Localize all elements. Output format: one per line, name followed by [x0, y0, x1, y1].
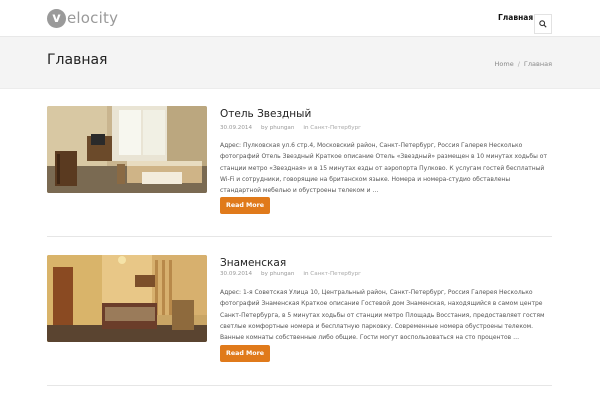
search-button[interactable] [534, 14, 552, 34]
post-author[interactable]: phungan [270, 271, 295, 277]
logo-mark: v [47, 8, 66, 28]
post-author-prefix: by [261, 125, 268, 131]
post-date: 30.09.2014 [220, 125, 253, 131]
site-header: v elocity Главная [0, 0, 600, 37]
breadcrumb: Home / Главная [495, 60, 552, 68]
nav-item-home[interactable]: Главная [498, 13, 533, 22]
post-meta: 30.09.2014 by phungan in Санкт-Петербург [220, 125, 361, 131]
post-author-prefix: by [261, 271, 268, 277]
post-category[interactable]: Санкт-Петербург [310, 271, 361, 277]
post-excerpt: Адрес: Пулковская ул.6 стр.4, Московский… [220, 142, 547, 195]
post-divider [47, 236, 552, 237]
post-divider [47, 385, 552, 386]
post-title[interactable]: Знаменская [220, 257, 286, 269]
post-meta: 30.09.2014 by phungan in Санкт-Петербург [220, 271, 361, 277]
breadcrumb-current: Главная [523, 60, 552, 68]
post-title[interactable]: Отель Звездный [220, 108, 311, 120]
post-item: Знаменская 30.09.2014 by phungan in Санкт-… [47, 255, 552, 365]
hotel-room-image [47, 255, 207, 342]
search-icon [539, 20, 547, 28]
site-logo[interactable]: v elocity [47, 8, 118, 28]
breadcrumb-home-link[interactable]: Home [495, 60, 514, 68]
post-category-prefix: in [303, 125, 309, 131]
post-thumbnail[interactable] [47, 106, 207, 193]
post-date: 30.09.2014 [220, 271, 253, 277]
post-author[interactable]: phungan [270, 125, 295, 131]
post-excerpt: Адрес: 1-я Советская Улица 10, Центральн… [220, 289, 545, 342]
read-more-button[interactable]: Read More [220, 345, 270, 362]
breadcrumb-separator: / [517, 60, 520, 68]
post-thumbnail[interactable] [47, 255, 207, 342]
hotel-room-image [47, 106, 207, 193]
read-more-button[interactable]: Read More [220, 197, 270, 214]
page-title: Главная [47, 52, 108, 68]
logo-text: elocity [67, 9, 119, 27]
post-item: Отель Звездный 30.09.2014 by phungan in Са… [47, 106, 552, 216]
post-category-prefix: in [303, 271, 309, 277]
post-category[interactable]: Санкт-Петербург [310, 125, 361, 131]
